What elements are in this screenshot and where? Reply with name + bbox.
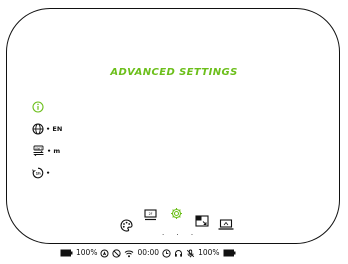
battery-right-icon [223, 249, 236, 257]
setting-row-info[interactable] [32, 100, 62, 113]
setting-value-units: • m [47, 146, 61, 155]
picture-in-picture-icon[interactable] [195, 215, 209, 227]
battery-left-percent: 100% [76, 248, 98, 257]
info-icon [32, 100, 44, 113]
setting-row-units[interactable]: UNIT • m [32, 144, 62, 157]
setting-row-timer[interactable]: 1h • [32, 166, 62, 179]
setting-value-timer: • [46, 168, 51, 177]
gps-icon [100, 249, 109, 257]
bluetooth-off-icon [112, 248, 122, 258]
setting-value-language: • EN [46, 124, 63, 133]
setting-row-language[interactable]: • EN [32, 122, 62, 135]
svg-text:UNIT: UNIT [35, 146, 42, 150]
settings-list: • EN UNIT • m 1h • [32, 100, 62, 188]
headset-icon [175, 249, 183, 257]
timer-icon: 1h [32, 167, 44, 178]
laptop-icon[interactable] [218, 219, 234, 231]
status-bar: 100% 00:00 100% [60, 247, 236, 259]
page-title: ADVANCED SETTINGS [110, 67, 238, 78]
pager-dots: . . . [162, 229, 199, 237]
clock-time: 00:00 [137, 248, 160, 257]
palette-icon[interactable] [120, 219, 133, 232]
clock-icon [162, 248, 171, 258]
svg-text:2F: 2F [149, 212, 153, 216]
wifi-icon [125, 250, 134, 257]
battery-icon [60, 249, 73, 257]
language-icon [32, 122, 44, 135]
battery-right-percent: 100% [198, 248, 220, 257]
settings-gear-icon[interactable] [170, 207, 183, 220]
svg-text:1h: 1h [36, 171, 42, 175]
display-icon[interactable]: 2F [144, 209, 157, 221]
units-icon: UNIT [33, 145, 44, 156]
mic-off-icon [186, 249, 195, 257]
